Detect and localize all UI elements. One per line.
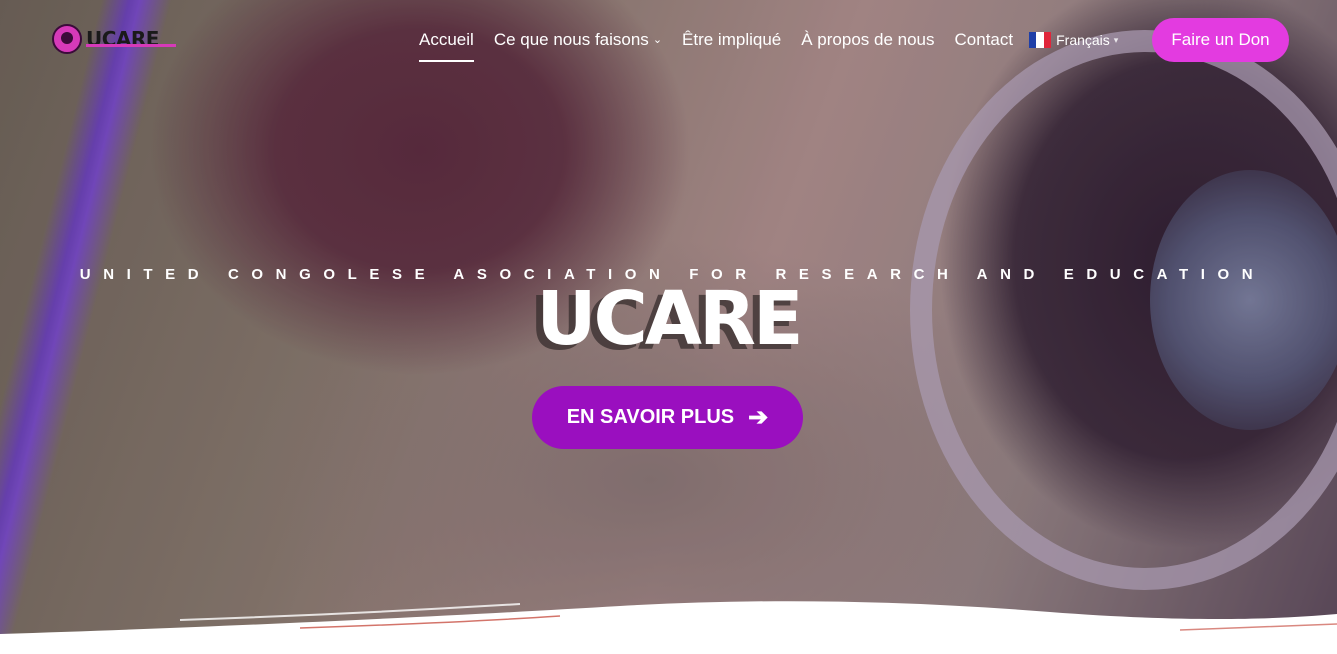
nav-item-ce-que-nous-faisons[interactable]: Ce que nous faisons ⌄ (494, 30, 662, 50)
nav-item-label: Contact (954, 30, 1014, 49)
site-logo[interactable]: UCARE (52, 24, 176, 54)
nav-item-label: Ce que nous faisons (493, 30, 649, 49)
arrow-right-icon: ➔ (748, 403, 769, 431)
nav-item-a-propos[interactable]: À propos de nous (801, 30, 934, 50)
chevron-down-icon: ⌄ (652, 34, 663, 46)
chevron-down-icon: ▾ (1113, 34, 1119, 45)
hero-title-wrap: UCARE (0, 282, 1337, 356)
bottom-wave-divider (0, 601, 1337, 654)
site-header: UCARE Accueil Ce que nous faisons ⌄ Être … (0, 0, 1337, 80)
language-selector[interactable]: Français ▾ (1029, 32, 1118, 48)
learn-more-button[interactable]: EN SAVOIR PLUS ➔ (532, 386, 803, 449)
nav-item-label: À propos de nous (801, 30, 935, 49)
main-nav: Accueil Ce que nous faisons ⌄ Être impliq… (419, 30, 1118, 62)
hero-title: UCARE (536, 276, 803, 362)
nav-item-label: Accueil (419, 30, 474, 49)
nav-item-label: Être impliqué (682, 30, 782, 49)
nav-item-accueil[interactable]: Accueil (419, 30, 474, 62)
nav-item-contact[interactable]: Contact (955, 30, 1014, 50)
logo-underline (86, 44, 176, 47)
language-label: Français (1056, 32, 1110, 48)
france-flag-icon (1029, 32, 1052, 48)
cta-label: EN SAVOIR PLUS (566, 406, 735, 428)
hero-section: UCARE Accueil Ce que nous faisons ⌄ Être … (0, 0, 1337, 654)
nav-item-etre-implique[interactable]: Être impliqué (682, 30, 781, 50)
donate-button[interactable]: Faire un Don (1152, 18, 1289, 62)
logo-mark-icon (52, 24, 82, 54)
